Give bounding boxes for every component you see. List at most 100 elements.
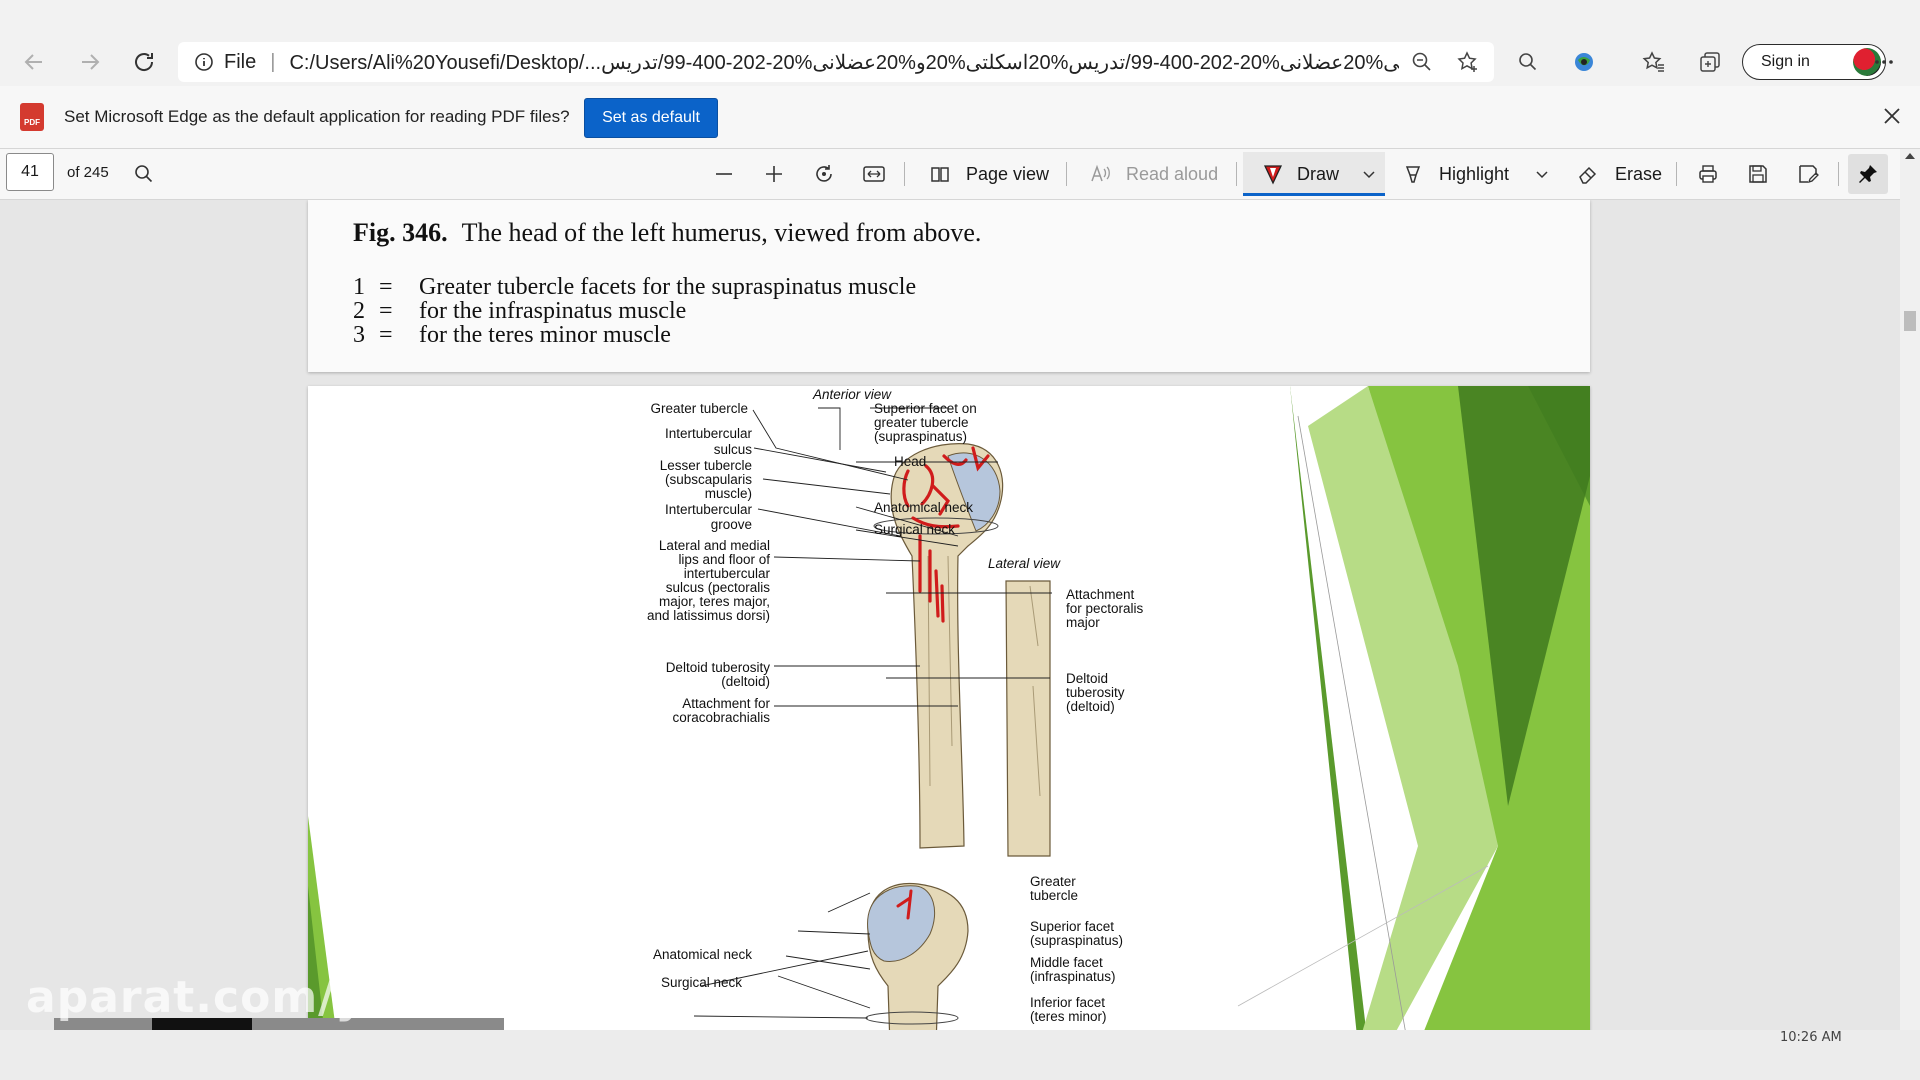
read-aloud-icon <box>1091 164 1110 182</box>
figure-number: Fig. 346. <box>353 218 448 247</box>
legend-text: for the teres minor muscle <box>419 322 671 348</box>
refresh-button[interactable] <box>126 44 162 80</box>
label-lesser-tubercle-1: Lesser tubercle <box>660 458 752 473</box>
label-lips-2: lips and floor of <box>678 552 770 567</box>
highlight-button[interactable] <box>1398 158 1430 190</box>
read-aloud-button[interactable] <box>1084 158 1116 190</box>
label-coracobrachialis-2: coracobrachialis <box>672 710 770 725</box>
chevron-down-icon <box>1363 171 1375 179</box>
label-intertubercular-sulcus-2: sulcus <box>714 442 753 457</box>
infobar-message: Set Microsoft Edge as the default applic… <box>64 107 570 126</box>
lateral-humerus <box>1005 580 1051 857</box>
label-intertubercular-groove-2: groove <box>711 517 752 532</box>
label-superior-facet-b-1: Superior facet <box>1030 919 1114 934</box>
page-view-button[interactable] <box>924 158 956 190</box>
legend-equals: = <box>379 322 393 348</box>
label-intertubercular-sulcus-1: Intertubercular <box>665 426 753 441</box>
scheme-label: File <box>224 50 257 73</box>
taskbar-clock: 10:26 AM <box>1780 1030 1842 1045</box>
rotate-button[interactable] <box>808 158 840 190</box>
draw-tool-group[interactable]: Draw <box>1243 152 1385 196</box>
back-arrow-icon <box>24 54 42 70</box>
label-greater-tubercle-b-1: Greater <box>1030 874 1076 889</box>
page-view-label[interactable]: Page view <box>966 164 1049 185</box>
scroll-up-arrow[interactable] <box>1905 153 1915 159</box>
add-favorite-button[interactable] <box>1452 46 1484 78</box>
more-button[interactable] <box>1866 46 1902 78</box>
favorites-icon <box>1642 51 1664 72</box>
pin-icon <box>1859 165 1877 183</box>
plus-icon <box>766 166 782 182</box>
label-inferior-facet-1: Inferior facet <box>1030 995 1105 1010</box>
label-deltoid-2: tuberosity <box>1066 685 1125 700</box>
pdf-file-icon: PDF <box>20 103 44 131</box>
find-button[interactable] <box>128 158 160 190</box>
label-pectoralis-3: major <box>1066 615 1100 630</box>
pdf-page-caption: Fig. 346. The head of the left humerus, v… <box>308 200 1590 372</box>
highlight-label[interactable]: Highlight <box>1439 164 1509 185</box>
zoom-in-button[interactable] <box>758 158 790 190</box>
pin-toolbar-button[interactable] <box>1848 154 1888 194</box>
forward-arrow-icon <box>82 54 100 70</box>
set-as-default-button[interactable]: Set as default <box>584 98 718 138</box>
save-as-button[interactable] <box>1792 158 1824 190</box>
draw-button[interactable] <box>1257 158 1289 190</box>
label-lips-6: and latissimus dorsi) <box>647 608 770 623</box>
legend-row: 2 = for the infraspinatus muscle <box>353 298 686 325</box>
save-icon <box>1749 165 1767 183</box>
legend-number: 3 <box>353 322 365 348</box>
fit-width-button[interactable] <box>858 158 890 190</box>
figure-caption: The head of the left humerus, viewed fro… <box>461 218 982 247</box>
label-middle-facet-2: (infraspinatus) <box>1030 969 1116 984</box>
sign-in-button[interactable]: Sign in <box>1742 44 1886 80</box>
humerus-illustration: Anterior view Lateral view Greater tuber… <box>308 386 1590 1030</box>
lateral-view-title: Lateral view <box>988 556 1061 571</box>
more-icon <box>1875 60 1893 64</box>
infobar-close-button[interactable] <box>1876 100 1908 132</box>
label-lips-1: Lateral and medial <box>659 538 770 553</box>
rotate-icon <box>816 165 832 182</box>
label-coracobrachialis-1: Attachment for <box>682 696 770 711</box>
back-button[interactable] <box>16 44 52 80</box>
toolbar-divider <box>1838 162 1839 186</box>
search-button[interactable] <box>1510 46 1546 78</box>
chevron-down-icon <box>1536 171 1548 179</box>
highlight-options-dropdown[interactable] <box>1526 158 1558 190</box>
vertical-scrollbar[interactable] <box>1900 149 1920 1039</box>
label-middle-facet-1: Middle facet <box>1030 955 1103 970</box>
refresh-icon <box>135 53 154 71</box>
pdf-page-humerus-diagram: Anterior view Lateral view Greater tuber… <box>308 386 1590 1030</box>
label-head: Head <box>894 454 926 469</box>
forward-button[interactable] <box>72 44 108 80</box>
default-pdf-infobar: PDF Set Microsoft Edge as the default ap… <box>0 86 1920 149</box>
minus-icon <box>716 173 732 175</box>
label-surgical-neck-left: Surgical neck <box>661 975 742 990</box>
zoom-out-button[interactable] <box>708 158 740 190</box>
site-info-button[interactable] <box>194 52 214 72</box>
label-anatomical-neck-left: Anatomical neck <box>653 947 752 962</box>
label-anatomical-neck-right: Anatomical neck <box>874 500 973 515</box>
watermark-text: aparat.com/y <box>26 972 365 1023</box>
highlighter-icon <box>1405 166 1421 183</box>
scrollbar-thumb[interactable] <box>1904 311 1916 331</box>
collections-button[interactable] <box>1692 46 1728 78</box>
read-aloud-label[interactable]: Read aloud <box>1126 164 1218 185</box>
label-deltoid-tuberosity-1: Deltoid tuberosity <box>666 660 771 675</box>
zoom-button[interactable] <box>1406 46 1438 78</box>
print-button[interactable] <box>1692 158 1724 190</box>
page-total: of 245 <box>67 164 109 181</box>
extension-button[interactable] <box>1566 46 1602 78</box>
collections-icon <box>1700 52 1720 72</box>
erase-button[interactable] <box>1572 158 1604 190</box>
erase-label[interactable]: Erase <box>1615 164 1662 185</box>
url-text[interactable]: C:/Users/Ali%20Yousefi/Desktop/...تدریس%… <box>289 50 1399 75</box>
page-number-input[interactable]: 41 <box>6 153 54 191</box>
save-button[interactable] <box>1742 158 1774 190</box>
pdf-document-viewport[interactable]: Fig. 346. The head of the left humerus, v… <box>0 200 1920 1030</box>
label-lips-3: intertubercular <box>684 566 771 581</box>
label-deltoid-tuberosity-2: (deltoid) <box>721 674 770 689</box>
label-deltoid-3: (deltoid) <box>1066 699 1115 714</box>
address-bar[interactable]: File | C:/Users/Ali%20Yousefi/Desktop/..… <box>178 42 1494 82</box>
favorites-button[interactable] <box>1636 46 1672 78</box>
draw-options-dropdown[interactable] <box>1353 158 1385 190</box>
